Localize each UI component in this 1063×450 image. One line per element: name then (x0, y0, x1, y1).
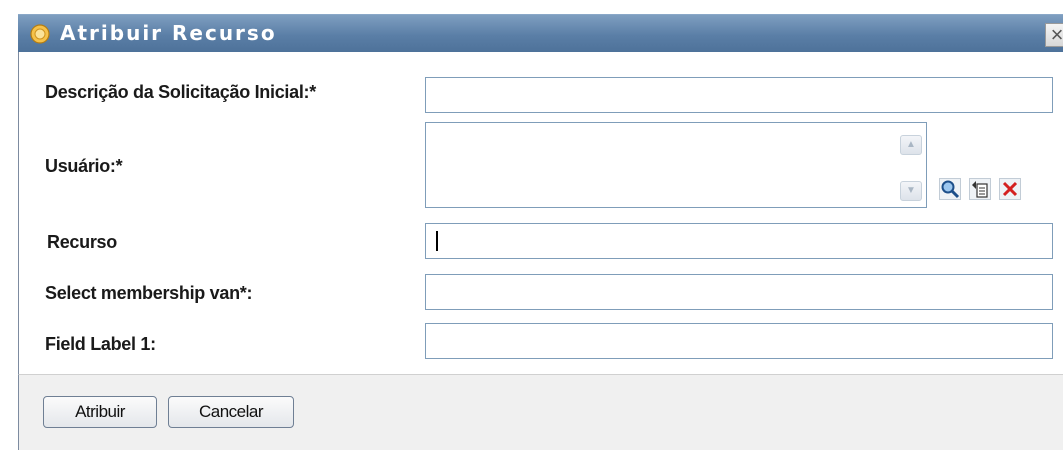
dialog-title: Atribuir Recurso (60, 21, 277, 45)
cancel-button[interactable]: Cancelar (168, 396, 294, 428)
history-list-icon[interactable] (969, 178, 991, 200)
membership-input[interactable] (425, 274, 1053, 310)
clear-icon[interactable] (999, 178, 1021, 200)
assign-button[interactable]: Atribuir (43, 396, 157, 428)
initial-description-input[interactable] (425, 77, 1053, 113)
field-label-membership: Select membership van*: (45, 283, 253, 303)
scroll-up-icon[interactable]: ▲ (900, 135, 922, 155)
dialog-titlebar: Atribuir Recurso × (18, 14, 1063, 53)
field-label-field-label-1: Field Label 1: (45, 334, 156, 354)
assign-resource-dialog: Atribuir Recurso × Descrição da Solicita… (0, 0, 1063, 450)
field-label-resource: Recurso (47, 232, 117, 252)
field-label-user: Usuário:* (45, 156, 123, 176)
field-label-1-input[interactable] (425, 323, 1053, 359)
resource-input[interactable] (425, 223, 1053, 259)
assign-form: Descrição da Solicitação Inicial:* Usuár… (18, 52, 1063, 374)
dialog-footer: Atribuir Cancelar (18, 374, 1063, 450)
search-icon[interactable] (939, 178, 961, 200)
field-label-initial-description: Descrição da Solicitação Inicial:* (45, 82, 316, 102)
user-textarea-scrollbar[interactable]: ▲ ▼ (898, 123, 926, 207)
scroll-down-icon[interactable]: ▼ (900, 181, 922, 201)
text-caret (436, 231, 438, 251)
user-textarea[interactable]: ▲ ▼ (425, 122, 927, 208)
resource-icon (30, 24, 50, 44)
close-icon: × (1050, 22, 1063, 47)
close-button[interactable]: × (1045, 23, 1063, 47)
